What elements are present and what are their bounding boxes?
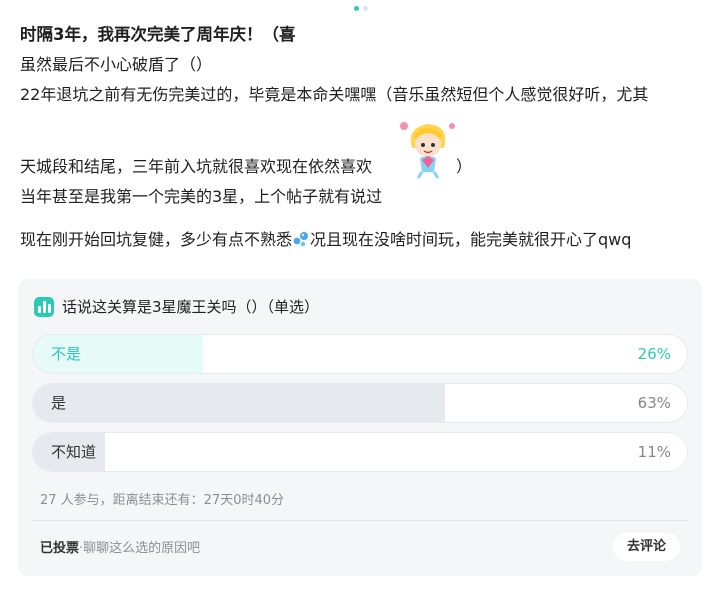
comment-hint: ·聊聊这么选的原因吧 <box>79 541 201 556</box>
poll-question: 话说这关算是3星魔王关吗（）（单选） <box>62 298 320 316</box>
poll-stats: 27 人参与，距离结束还有：27天0时40分 <box>40 493 285 508</box>
poll-option-label: 不是 <box>51 345 82 363</box>
comment-button[interactable]: 去评论 <box>612 533 680 561</box>
poll-header: 话说这关算是3星魔王关吗（）（单选） <box>34 296 319 317</box>
poll-option-fill <box>33 384 446 422</box>
poll-option-percent: 63% <box>637 394 671 412</box>
page-dot-active <box>354 6 359 11</box>
poll-footer: 已投票·聊聊这么选的原因吧 <box>40 537 200 556</box>
poll-option-percent: 26% <box>637 345 671 363</box>
poll-option[interactable]: 是 63% <box>32 383 688 423</box>
post-line-part: 况且现在没啥时间玩，能完美就很开心了qwq <box>310 230 632 249</box>
post-line: 虽然最后不小心破盾了（） <box>20 55 213 74</box>
voted-label: 已投票 <box>40 541 80 556</box>
poll-option-percent: 11% <box>637 443 671 461</box>
poll-option-label: 是 <box>51 394 67 412</box>
post-line: ） <box>456 157 473 176</box>
post-title: 时隔3年，我再次完美了周年庆！（喜 <box>20 25 296 44</box>
divider <box>32 520 688 521</box>
poll-card: 话说这关算是3星魔王关吗（）（单选） 不是 26% 是 63% 不知道 11% … <box>18 279 702 576</box>
page-indicator <box>354 6 368 11</box>
post-line: 现在刚开始回坑复健，多少有点不熟悉 况且现在没啥时间玩，能完美就很开心了qwq <box>20 227 631 253</box>
post-line: 天城段和结尾，三年前入坑就很喜欢现在依然喜欢 <box>20 157 373 176</box>
page-dot <box>363 6 368 11</box>
poll-option[interactable]: 不知道 11% <box>32 432 688 472</box>
poll-option-label: 不知道 <box>51 443 97 461</box>
anime-girl-sticker-icon <box>400 122 455 179</box>
post-line: 当年甚至是我第一个完美的3星，上个帖子就有说过 <box>20 187 383 206</box>
water-drops-emoji-icon <box>293 232 309 247</box>
post-line-part: 现在刚开始回坑复健，多少有点不熟悉 <box>20 230 293 249</box>
poll-chart-icon <box>34 296 54 317</box>
poll-option[interactable]: 不是 26% <box>32 334 688 374</box>
post-line: 22年退坑之前有无伤完美过的，毕竟是本命关嘿嘿（音乐虽然短但个人感觉很好听，尤其 <box>20 85 649 104</box>
